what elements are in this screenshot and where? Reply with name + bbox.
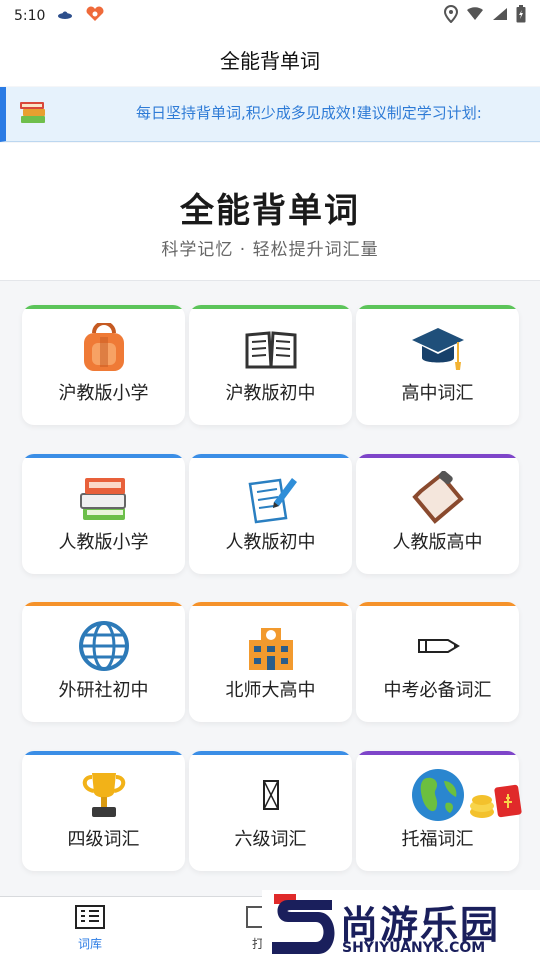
card-label: 北师大高中: [225, 680, 316, 701]
open-book-icon: [189, 323, 352, 375]
card-label: 沪教版小学: [58, 383, 149, 404]
card-label: 高中词汇: [401, 383, 474, 404]
book-stack-icon: [22, 472, 185, 524]
location-icon: [443, 4, 459, 27]
pencil-icon: [356, 620, 519, 672]
card-accent-bar: [189, 305, 352, 309]
battery-icon: [516, 5, 526, 27]
hero-section: 全能背单词 科学记忆 · 轻松提升词汇量: [0, 143, 540, 281]
card-accent-bar: [356, 454, 519, 458]
placeholder-icon: [189, 769, 352, 821]
clock: 5:10: [14, 8, 46, 24]
card-accent-bar: [189, 751, 352, 755]
signal-icon: [492, 7, 508, 25]
app-header: 全能背单词: [0, 32, 540, 86]
card-label: 托福词汇: [401, 829, 474, 850]
watermark-logo: [268, 892, 338, 960]
card-label: 中考必备词汇: [383, 680, 492, 701]
school-icon: [189, 620, 352, 672]
book-card-beishida-senior[interactable]: 北师大高中: [189, 602, 352, 722]
status-bar: 5:10: [0, 0, 540, 32]
app-notification-icon: [57, 8, 73, 24]
card-label: 沪教版初中: [225, 383, 316, 404]
book-card-cet6[interactable]: 六级词汇: [189, 751, 352, 871]
card-accent-bar: [356, 305, 519, 309]
globe-icon: [22, 620, 185, 672]
notice-text: 每日坚持背单词,积少成多见成效!建议制定学习计划:: [136, 104, 482, 122]
card-label: 人教版小学: [58, 532, 149, 553]
book-card-waiyanshe-junior[interactable]: 外研社初中: [22, 602, 185, 722]
books-icon: [18, 98, 48, 130]
book-card-renjiao-primary[interactable]: 人教版小学: [22, 454, 185, 574]
tab-library[interactable]: 词库: [50, 905, 130, 952]
watermark-url: SHYIYUANYK.COM: [342, 940, 486, 956]
memo-pencil-icon: [189, 472, 352, 524]
card-accent-bar: [356, 602, 519, 606]
card-accent-bar: [22, 751, 185, 755]
book-card-zhongkao[interactable]: 中考必备词汇: [356, 602, 519, 722]
notice-banner: 每日坚持背单词,积少成多见成效!建议制定学习计划:: [0, 87, 540, 142]
trophy-icon: [22, 769, 185, 821]
page-title: 全能背单词: [220, 48, 320, 73]
card-label: 六级词汇: [234, 829, 307, 850]
wifi-icon: [466, 7, 484, 25]
card-label: 人教版初中: [225, 532, 316, 553]
backpack-icon: [22, 323, 185, 375]
card-accent-bar: [22, 454, 185, 458]
book-card-cet4[interactable]: 四级词汇: [22, 751, 185, 871]
card-accent-bar: [189, 602, 352, 606]
watermark: 尚游乐园 SHYIYUANYK.COM: [262, 890, 540, 960]
book-card-hujiao-primary[interactable]: 沪教版小学: [22, 305, 185, 425]
clipboard-icon: [356, 471, 519, 524]
book-card-hujiao-junior[interactable]: 沪教版初中: [189, 305, 352, 425]
hero-title: 全能背单词: [180, 191, 360, 231]
red-packet-icon: [466, 780, 526, 824]
book-card-renjiao-senior[interactable]: 人教版高中: [356, 454, 519, 574]
library-icon: [75, 905, 105, 933]
tab-library-label: 词库: [77, 937, 102, 951]
card-label: 四级词汇: [67, 829, 140, 850]
card-accent-bar: [189, 454, 352, 458]
card-accent-bar: [22, 602, 185, 606]
card-accent-bar: [22, 305, 185, 309]
card-label: 外研社初中: [58, 680, 149, 701]
card-accent-bar: [356, 751, 519, 755]
heart-notification-icon: [85, 6, 105, 26]
graduation-cap-icon: [356, 323, 519, 375]
card-label: 人教版高中: [392, 532, 483, 553]
book-card-high-school[interactable]: 高中词汇: [356, 305, 519, 425]
hero-subtitle: 科学记忆 · 轻松提升词汇量: [161, 240, 379, 260]
book-card-renjiao-junior[interactable]: 人教版初中: [189, 454, 352, 574]
